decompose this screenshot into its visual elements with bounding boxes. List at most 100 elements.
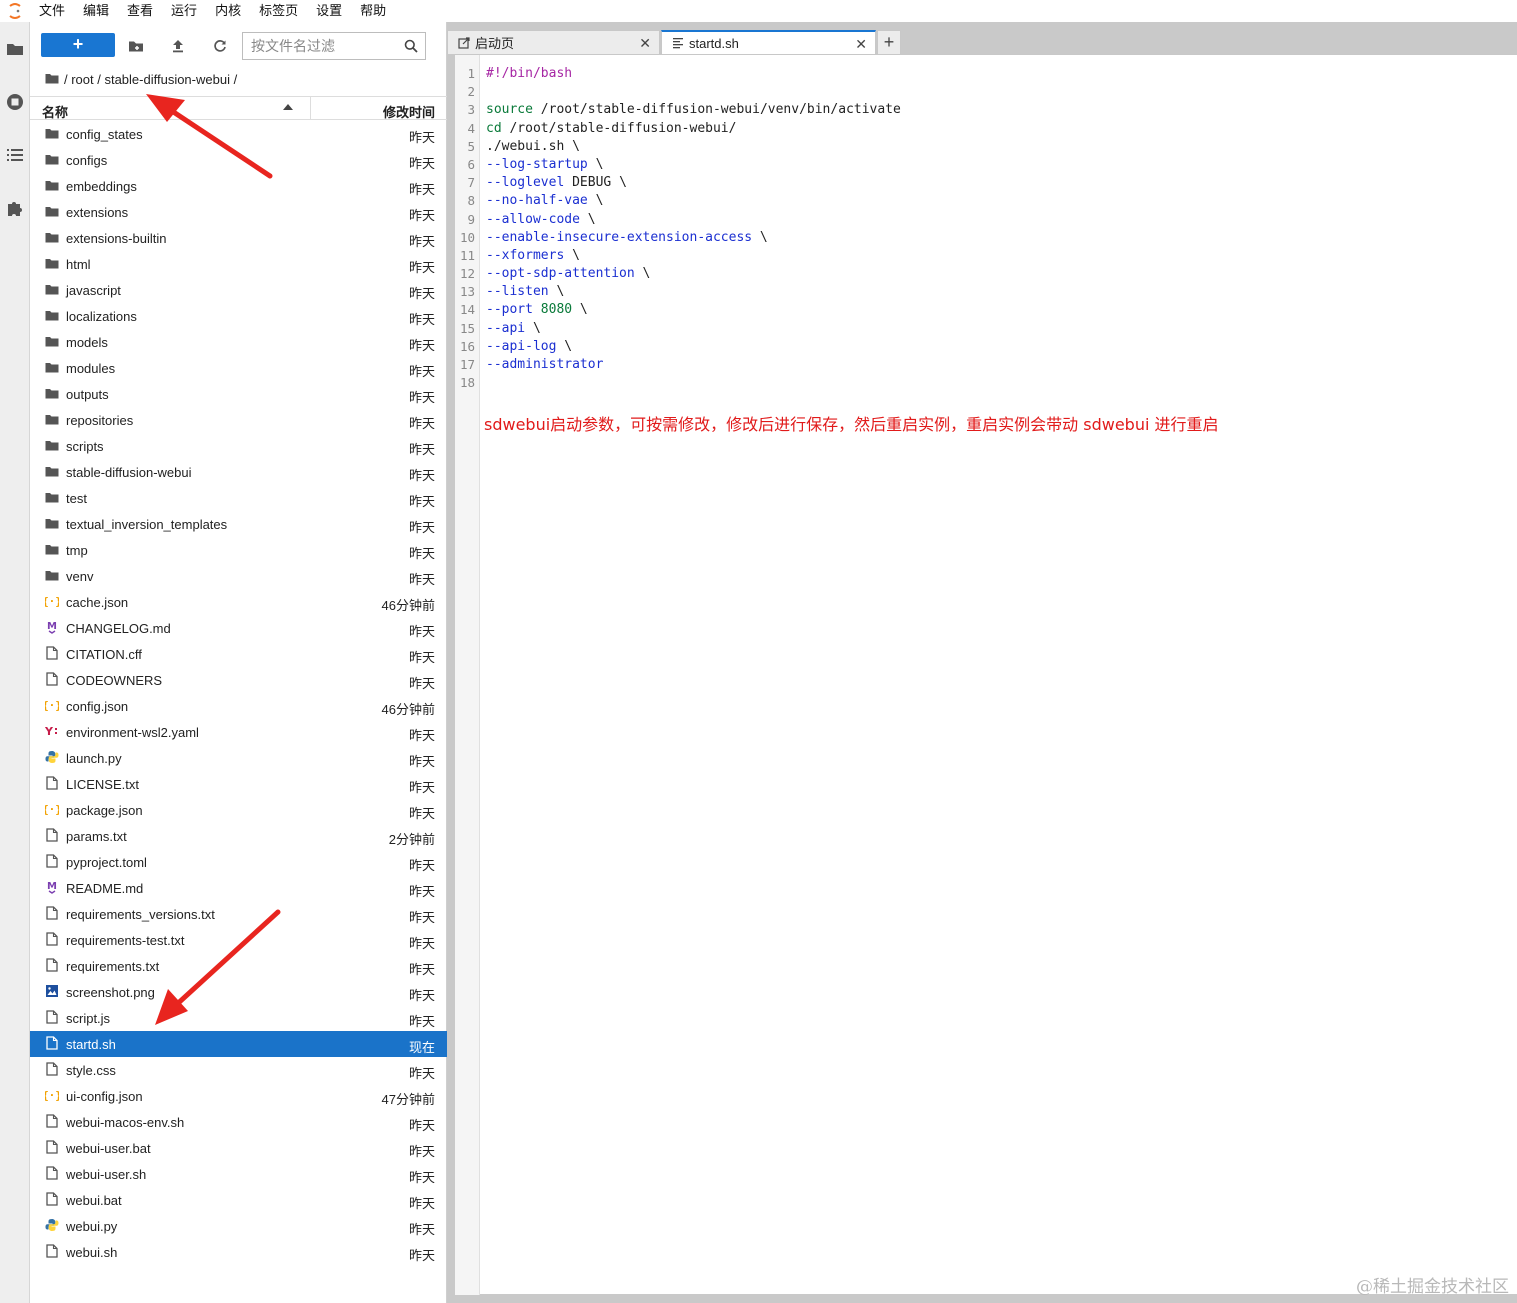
table-of-contents-icon[interactable]	[4, 144, 26, 166]
extension-puzzle-icon[interactable]	[4, 197, 26, 219]
text-editor[interactable]: 1 #!/bin/bash 2 3 source /root/stable-diffus…	[455, 54, 1517, 1295]
file-row[interactable]: outputs 昨天	[30, 381, 447, 407]
code-line[interactable]: 11 --xformers \	[455, 247, 1517, 265]
code-line[interactable]: 18	[455, 374, 1517, 392]
file-row[interactable]: params.txt 2分钟前	[30, 823, 447, 849]
column-header-modified[interactable]: 修改时间	[383, 102, 435, 121]
code-line[interactable]: 2	[455, 83, 1517, 101]
upload-icon[interactable]	[167, 35, 189, 57]
file-row[interactable]: localizations 昨天	[30, 303, 447, 329]
file-row[interactable]: webui.sh 昨天	[30, 1239, 447, 1265]
file-name: outputs	[66, 387, 109, 402]
file-row[interactable]: textual_inversion_templates 昨天	[30, 511, 447, 537]
file-row[interactable]: scripts 昨天	[30, 433, 447, 459]
watermark: @稀土掘金技术社区	[1356, 1277, 1509, 1297]
code-line[interactable]: 1 #!/bin/bash	[455, 65, 1517, 83]
code-line[interactable]: 17 --administrator	[455, 356, 1517, 374]
file-row[interactable]: webui.py 昨天	[30, 1213, 447, 1239]
file-row[interactable]: M CHANGELOG.md 昨天	[30, 615, 447, 641]
file-row[interactable]: config_states 昨天	[30, 121, 447, 147]
close-icon[interactable]: ✕	[639, 35, 651, 52]
menu-item[interactable]: 标签页	[250, 1, 307, 21]
file-modified: 昨天	[408, 338, 435, 353]
code-line[interactable]: 14 --port 8080 \	[455, 301, 1517, 319]
file-row[interactable]: startd.sh 现在	[30, 1031, 447, 1057]
file-row[interactable]: CODEOWNERS 昨天	[30, 667, 447, 693]
filter-input[interactable]	[243, 34, 393, 58]
line-text: --listen \	[486, 283, 564, 301]
file-row[interactable]: requirements.txt 昨天	[30, 953, 447, 979]
file-row[interactable]: {·} cache.json 46分钟前	[30, 589, 447, 615]
file-row[interactable]: webui-macos-env.sh 昨天	[30, 1109, 447, 1135]
file-row[interactable]: webui.bat 昨天	[30, 1187, 447, 1213]
file-icon	[45, 1192, 59, 1206]
menu-item[interactable]: 文件	[30, 1, 74, 21]
running-kernels-icon[interactable]	[4, 91, 26, 113]
file-row[interactable]: requirements_versions.txt 昨天	[30, 901, 447, 927]
file-row[interactable]: launch.py 昨天	[30, 745, 447, 771]
add-tab-button[interactable]: +	[877, 30, 901, 54]
line-number: 18	[459, 375, 475, 391]
file-row[interactable]: venv 昨天	[30, 563, 447, 589]
code-line[interactable]: 6 --log-startup \	[455, 156, 1517, 174]
file-row[interactable]: webui-user.sh 昨天	[30, 1161, 447, 1187]
new-launcher-button[interactable]: +	[41, 33, 115, 57]
menu-item[interactable]: 内核	[206, 1, 250, 21]
close-icon[interactable]: ✕	[855, 36, 867, 53]
file-row[interactable]: CITATION.cff 昨天	[30, 641, 447, 667]
code-line[interactable]: 3 source /root/stable-diffusion-webui/ven…	[455, 101, 1517, 119]
file-row[interactable]: requirements-test.txt 昨天	[30, 927, 447, 953]
menu-item[interactable]: 设置	[307, 1, 351, 21]
file-row[interactable]: screenshot.png 昨天	[30, 979, 447, 1005]
line-number: 17	[459, 357, 475, 372]
file-row[interactable]: Yenvironment-wsl2.yaml 昨天	[30, 719, 447, 745]
json-file-icon: {·}	[45, 1088, 59, 1102]
file-name: javascript	[66, 283, 121, 298]
file-row[interactable]: M README.md 昨天	[30, 875, 447, 901]
file-row[interactable]: style.css 昨天	[30, 1057, 447, 1083]
code-line[interactable]: 5 ./webui.sh \	[455, 138, 1517, 156]
breadcrumb-path[interactable]: / root / stable-diffusion-webui /	[64, 72, 237, 87]
file-row[interactable]: extensions 昨天	[30, 199, 447, 225]
code-line[interactable]: 15 --api \	[455, 320, 1517, 338]
column-header-name[interactable]: 名称	[42, 102, 68, 121]
code-line[interactable]: 8 --no-half-vae \	[455, 192, 1517, 210]
code-content[interactable]: 1 #!/bin/bash 2 3 source /root/stable-diffus…	[455, 65, 1517, 392]
file-row[interactable]: modules 昨天	[30, 355, 447, 381]
code-line[interactable]: 7 --loglevel DEBUG \	[455, 174, 1517, 192]
tab-launcher[interactable]: 启动页 ✕	[447, 30, 660, 54]
code-line[interactable]: 10 --enable-insecure-extension-access \	[455, 229, 1517, 247]
file-row[interactable]: script.js 昨天	[30, 1005, 447, 1031]
file-row[interactable]: extensions-builtin 昨天	[30, 225, 447, 251]
file-row[interactable]: {·} package.json 昨天	[30, 797, 447, 823]
menu-item[interactable]: 编辑	[74, 1, 118, 21]
file-row[interactable]: {·} ui-config.json 47分钟前	[30, 1083, 447, 1109]
column-divider[interactable]	[310, 97, 311, 119]
code-line[interactable]: 13 --listen \	[455, 283, 1517, 301]
file-row[interactable]: html 昨天	[30, 251, 447, 277]
file-row[interactable]: models 昨天	[30, 329, 447, 355]
file-row[interactable]: {·} config.json 46分钟前	[30, 693, 447, 719]
menu-item[interactable]: 帮助	[351, 1, 395, 21]
file-modified: 昨天	[408, 208, 435, 223]
refresh-icon[interactable]	[209, 35, 231, 57]
file-row[interactable]: webui-user.bat 昨天	[30, 1135, 447, 1161]
code-line[interactable]: 9 --allow-code \	[455, 211, 1517, 229]
file-row[interactable]: embeddings 昨天	[30, 173, 447, 199]
menu-item[interactable]: 查看	[118, 1, 162, 21]
new-folder-icon[interactable]	[125, 35, 147, 57]
file-row[interactable]: javascript 昨天	[30, 277, 447, 303]
file-row[interactable]: tmp 昨天	[30, 537, 447, 563]
code-line[interactable]: 12 --opt-sdp-attention \	[455, 265, 1517, 283]
folder-icon[interactable]	[4, 38, 26, 60]
menu-item[interactable]: 运行	[162, 1, 206, 21]
code-line[interactable]: 4 cd /root/stable-diffusion-webui/	[455, 120, 1517, 138]
file-row[interactable]: pyproject.toml 昨天	[30, 849, 447, 875]
code-line[interactable]: 16 --api-log \	[455, 338, 1517, 356]
file-row[interactable]: test 昨天	[30, 485, 447, 511]
file-row[interactable]: repositories 昨天	[30, 407, 447, 433]
file-row[interactable]: stable-diffusion-webui 昨天	[30, 459, 447, 485]
file-row[interactable]: configs 昨天	[30, 147, 447, 173]
tab-startd-sh[interactable]: startd.sh ✕	[661, 30, 876, 54]
file-row[interactable]: LICENSE.txt 昨天	[30, 771, 447, 797]
